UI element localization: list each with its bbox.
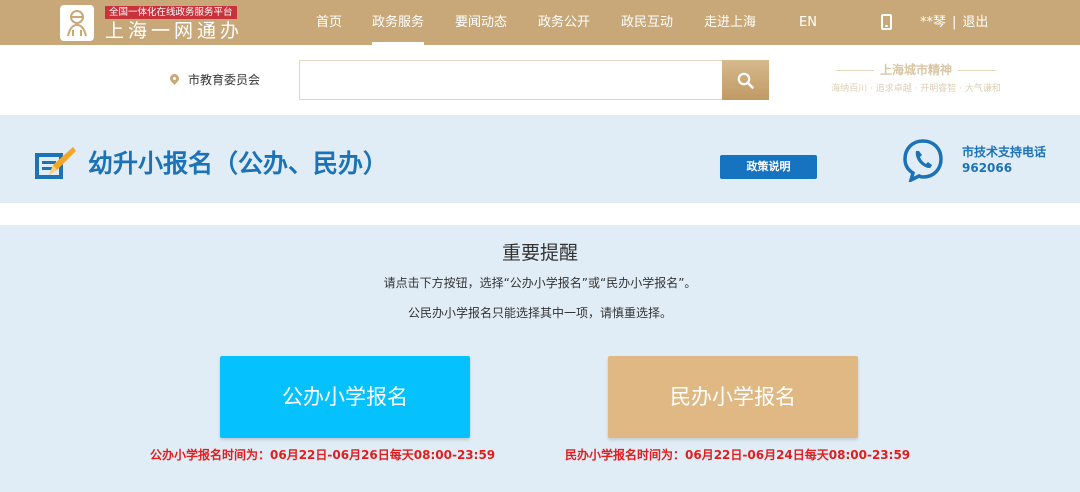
location-pin-icon bbox=[168, 72, 181, 85]
service-banner: 幼升小报名（公办、民办） 政策说明 市技术支持电话 962066 bbox=[0, 115, 1080, 203]
nav-public-affairs[interactable]: 政务公开 bbox=[538, 0, 590, 45]
support-hotline-number: 962066 bbox=[962, 161, 1013, 175]
notice-warning: 公民办小学报名只能选择其中一项，请慎重选择。 bbox=[407, 306, 672, 320]
platform-slogan: 全国一体化在线政务服务平台 bbox=[105, 6, 237, 19]
user-area: **琴 | 退出 bbox=[920, 0, 988, 45]
public-school-registration-button[interactable]: 公办小学报名 bbox=[220, 356, 470, 438]
site-logo[interactable]: 全国一体化在线政务服务平台 上海一网通办 bbox=[60, 5, 250, 41]
logout-link[interactable]: 退出 bbox=[962, 15, 988, 30]
support-hotline-label: 市技术支持电话 bbox=[962, 145, 1047, 159]
support-phone-icon bbox=[903, 139, 943, 182]
notice-instruction: 请点击下方按钮，选择“公办小学报名”或“民办小学报名”。 bbox=[383, 276, 697, 290]
search-bar: 市教育委员会 上海城市精神 海纳百川 · 追求卓越 · 开明睿智 · 大气谦和 bbox=[0, 45, 1080, 115]
mobile-phone-icon[interactable] bbox=[881, 14, 892, 30]
policy-description-button[interactable]: 政策说明 bbox=[720, 155, 817, 179]
top-nav-bar: 全国一体化在线政务服务平台 上海一网通办 首页 政务服务 要闻动态 政务公开 政… bbox=[0, 0, 1080, 45]
notice-title: 重要提醒 bbox=[501, 242, 578, 264]
department-location[interactable]: 市教育委员会 bbox=[188, 71, 260, 88]
private-school-registration-button[interactable]: 民办小学报名 bbox=[608, 356, 858, 438]
city-spirit: 上海城市精神 海纳百川 · 追求卓越 · 开明睿智 · 大气谦和 bbox=[816, 62, 1016, 102]
site-logo-icon bbox=[60, 5, 94, 41]
city-spirit-subtitle: 海纳百川 · 追求卓越 · 开明睿智 · 大气谦和 bbox=[831, 84, 1001, 94]
nav-interaction[interactable]: 政民互动 bbox=[621, 0, 673, 45]
notice-panel: 重要提醒 请点击下方按钮，选择“公办小学报名”或“民办小学报名”。 公民办小学报… bbox=[0, 225, 1080, 492]
search-button[interactable] bbox=[722, 60, 769, 100]
site-name: 上海一网通办 bbox=[105, 20, 244, 42]
nav-news[interactable]: 要闻动态 bbox=[455, 0, 507, 45]
edit-form-icon bbox=[35, 147, 76, 179]
search-icon bbox=[737, 72, 754, 89]
nav-home[interactable]: 首页 bbox=[316, 0, 342, 45]
user-separator: | bbox=[952, 15, 957, 30]
nav-english[interactable]: EN bbox=[799, 0, 817, 45]
nav-about-shanghai[interactable]: 走进上海 bbox=[704, 0, 756, 45]
nav-government-services[interactable]: 政务服务 bbox=[372, 0, 425, 45]
page-title: 幼升小报名（公办、民办） bbox=[88, 149, 389, 178]
user-name[interactable]: **琴 bbox=[920, 15, 946, 30]
public-registration-schedule: 公办小学报名时间为：06月22日-06月26日每天08:00-23:59 bbox=[150, 448, 496, 462]
private-registration-schedule: 民办小学报名时间为：06月22日-06月24日每天08:00-23:59 bbox=[565, 448, 911, 462]
city-spirit-title: 上海城市精神 bbox=[816, 62, 1016, 78]
search-input[interactable] bbox=[299, 60, 723, 100]
